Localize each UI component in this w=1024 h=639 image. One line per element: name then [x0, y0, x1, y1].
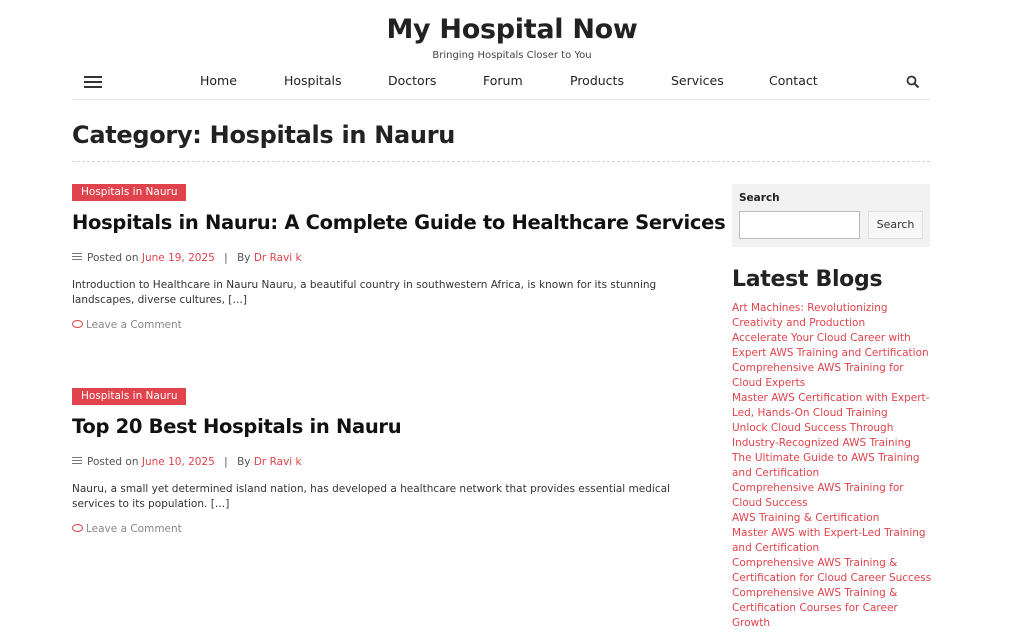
post-date[interactable]: June 19, 2025 [142, 252, 215, 264]
hamburger-menu-icon[interactable] [84, 75, 102, 89]
posted-on-label: Posted on [87, 252, 139, 264]
latest-blog-link[interactable]: The Ultimate Guide to AWS Training and C… [732, 451, 932, 481]
post-author[interactable]: Dr Ravi k [254, 252, 302, 264]
post-excerpt: Introduction to Healthcare in Nauru Naur… [72, 279, 657, 306]
post-author[interactable]: Dr Ravi k [254, 456, 302, 468]
nav-item-products[interactable]: Products [570, 73, 624, 88]
by-label: By [237, 252, 251, 264]
meta-separator: | [224, 252, 228, 264]
nav-item-services[interactable]: Services [671, 73, 724, 88]
search-icon[interactable] [906, 74, 920, 89]
meta-separator: | [224, 456, 228, 468]
latest-blogs-heading: Latest Blogs [732, 267, 883, 292]
nav-item-doctors[interactable]: Doctors [388, 73, 436, 88]
nav-item-home[interactable]: Home [200, 73, 237, 88]
search-input[interactable] [739, 211, 860, 239]
search-widget: Search Search [732, 184, 930, 247]
latest-blog-link[interactable]: Master AWS with Expert-Led Training and … [732, 526, 932, 556]
site-title[interactable]: My Hospital Now [0, 14, 1024, 45]
leave-comment-label: Leave a Comment [86, 319, 182, 331]
post-excerpt: Nauru, a small yet determined island nat… [72, 483, 670, 510]
latest-blog-link[interactable]: Master AWS Certification with Expert-Led… [732, 391, 932, 421]
post-meta: Posted on June 19, 2025 | By Dr Ravi k [72, 252, 302, 264]
leave-comment-label: Leave a Comment [86, 523, 182, 535]
search-button[interactable]: Search [868, 211, 923, 239]
list-icon [72, 457, 82, 465]
latest-blog-link[interactable]: Comprehensive AWS Training & Certificati… [732, 586, 932, 631]
comment-icon [72, 320, 83, 328]
search-widget-label: Search [739, 192, 780, 204]
post-category-badge[interactable]: Hospitals in Nauru [72, 388, 187, 405]
by-label: By [237, 456, 251, 468]
category-divider [72, 161, 930, 162]
post-meta: Posted on June 10, 2025 | By Dr Ravi k [72, 456, 302, 468]
post-title[interactable]: Hospitals in Nauru: A Complete Guide to … [72, 211, 726, 234]
post-category-badge[interactable]: Hospitals in Nauru [72, 184, 187, 201]
list-icon [72, 253, 82, 261]
site-tagline: Bringing Hospitals Closer to You [432, 50, 592, 61]
latest-blog-link[interactable]: Unlock Cloud Success Through Industry-Re… [732, 421, 932, 451]
latest-blog-link[interactable]: Accelerate Your Cloud Career with Expert… [732, 331, 932, 361]
leave-comment-link[interactable]: Leave a Comment [72, 319, 182, 331]
comment-icon [72, 524, 83, 532]
leave-comment-link[interactable]: Leave a Comment [72, 523, 182, 535]
nav-item-hospitals[interactable]: Hospitals [284, 73, 342, 88]
latest-blogs-list: Art Machines: Revolutionizing Creativity… [732, 301, 932, 631]
latest-blog-link[interactable]: AWS Training & Certification [732, 511, 932, 526]
category-title: Category: Hospitals in Nauru [72, 121, 456, 149]
post-title[interactable]: Top 20 Best Hospitals in Nauru [72, 415, 402, 438]
posted-on-label: Posted on [87, 456, 139, 468]
nav-item-forum[interactable]: Forum [483, 73, 523, 88]
post-date[interactable]: June 10, 2025 [142, 456, 215, 468]
latest-blog-link[interactable]: Comprehensive AWS Training & Certificati… [732, 556, 932, 586]
latest-blog-link[interactable]: Comprehensive AWS Training for Cloud Suc… [732, 481, 932, 511]
nav-item-contact[interactable]: Contact [769, 73, 818, 88]
latest-blog-link[interactable]: Comprehensive AWS Training for Cloud Exp… [732, 361, 932, 391]
latest-blog-link[interactable]: Art Machines: Revolutionizing Creativity… [732, 301, 932, 331]
main-nav: Home Hospitals Doctors Forum Products Se… [72, 66, 930, 100]
